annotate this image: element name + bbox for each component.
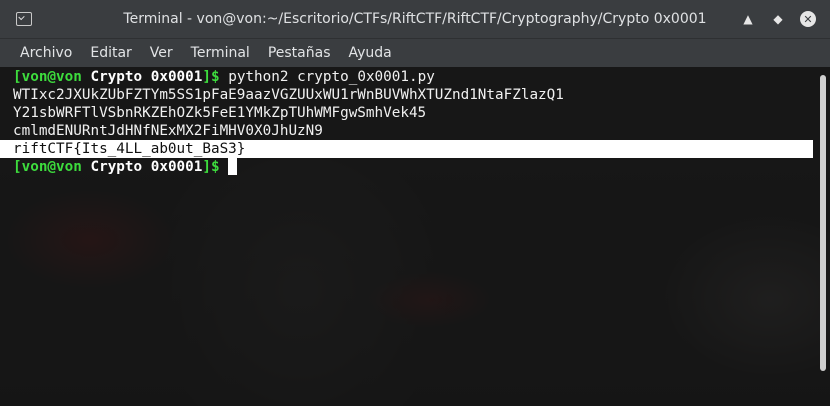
- prompt-open-bracket: [: [13, 69, 22, 85]
- window-controls: ▲ ◆ ✕: [740, 0, 816, 38]
- output-line: Y21sbWRFTlVSbnRKZEhOZk5FeE1YMkZpTUhWMFgw…: [13, 105, 427, 121]
- prompt: [von@von Crypto 0x0001]$: [13, 69, 220, 85]
- flag-output-line[interactable]: riftCTF{Its_4LL_ab0ut_BaS3}: [0, 140, 813, 158]
- menu-archivo[interactable]: Archivo: [11, 41, 81, 65]
- prompt-user: von@von: [21, 69, 82, 85]
- prompt-close: ]$: [202, 69, 220, 85]
- prompt: [von@von Crypto 0x0001]$: [13, 159, 220, 175]
- current-prompt-line: [von@von Crypto 0x0001]$: [0, 158, 830, 176]
- menu-ayuda[interactable]: Ayuda: [340, 41, 401, 65]
- terminal-window: Terminal - von@von:~/Escritorio/CTFs/Rif…: [0, 0, 830, 406]
- menu-editar[interactable]: Editar: [81, 41, 140, 65]
- minimize-icon[interactable]: ▲: [740, 11, 756, 27]
- menu-terminal[interactable]: Terminal: [182, 41, 259, 65]
- terminal-app-icon[interactable]: [16, 12, 32, 26]
- vertical-scrollbar[interactable]: [820, 75, 826, 371]
- window-title: Terminal - von@von:~/Escritorio/CTFs/Rif…: [123, 11, 707, 27]
- maximize-icon[interactable]: ◆: [770, 11, 786, 27]
- close-icon[interactable]: ✕: [800, 11, 816, 27]
- prompt-cwd: Crypto 0x0001: [90, 69, 203, 85]
- prompt-open-bracket: [: [13, 159, 22, 175]
- text-cursor: [227, 158, 237, 175]
- prompt-cwd: Crypto 0x0001: [90, 159, 203, 175]
- prompt-user: von@von: [21, 159, 82, 175]
- output-line: WTIxc2JXUkZUbFZTYm5SS1pFaE9aazVGZUUxWU1r…: [13, 87, 564, 103]
- command-line: [von@von Crypto 0x0001]$ python2 crypto_…: [0, 68, 830, 86]
- prompt-close: ]$: [202, 159, 220, 175]
- menu-pestanas[interactable]: Pestañas: [259, 41, 340, 65]
- terminal-output-area[interactable]: [von@von Crypto 0x0001]$ python2 crypto_…: [0, 67, 830, 406]
- command-text: python2 crypto_0x0001.py: [228, 69, 435, 85]
- title-bar[interactable]: Terminal - von@von:~/Escritorio/CTFs/Rif…: [0, 0, 830, 39]
- output-line: cmlmdENURntJdHNfNExMX2FiMHV0X0JhUzN9: [13, 123, 323, 139]
- menu-ver[interactable]: Ver: [141, 41, 182, 65]
- menu-bar: Archivo Editar Ver Terminal Pestañas Ayu…: [0, 39, 830, 67]
